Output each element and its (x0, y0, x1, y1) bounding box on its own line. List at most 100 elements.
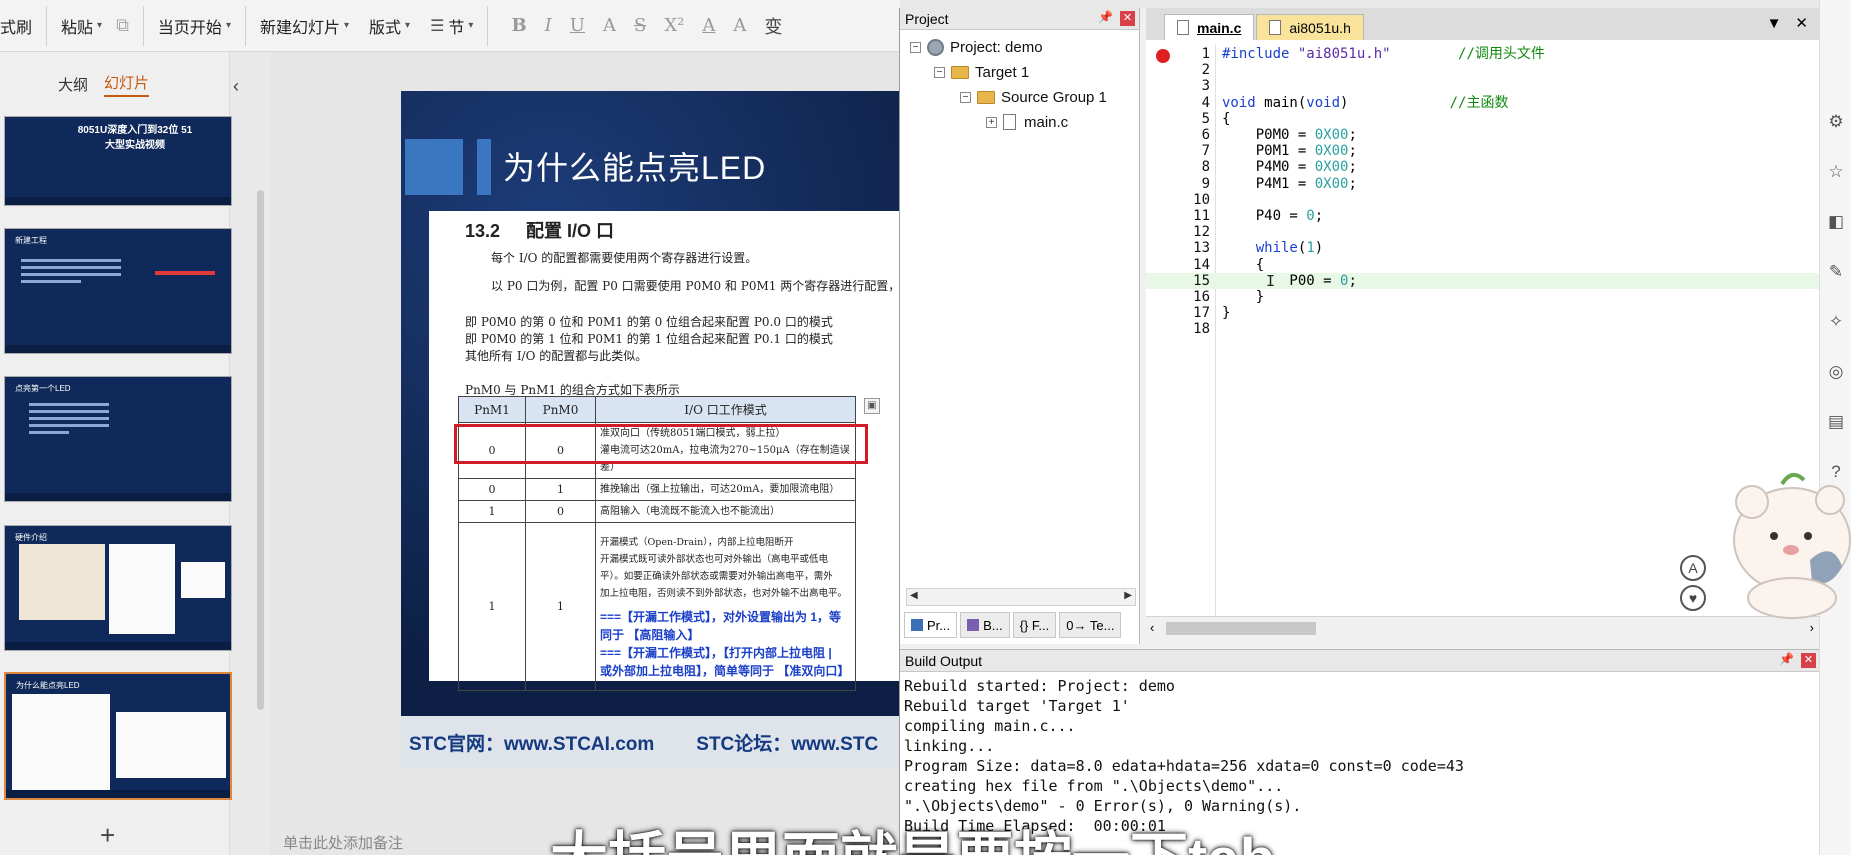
new-slide-button[interactable]: 新建幻灯片 ▾ (250, 0, 359, 52)
font-color-button[interactable]: A (693, 15, 724, 36)
section-button[interactable]: ☰ 节 ▾ (420, 0, 483, 52)
font-size-icon[interactable]: A (1680, 555, 1706, 581)
scroll-right-icon[interactable]: ▶ (1124, 590, 1132, 601)
table-cell: 推挽输出（强上拉输出，可达20mA，要加限流电阻） (595, 478, 856, 501)
keil-ide-window: Project 📌 ✕ − Project: demo − Target 1 − So… (899, 8, 1820, 855)
doc-paragraph: 以 P0 口为例，配置 P0 口需要使用 P0M0 和 P0M1 两个寄存器进行… (491, 279, 900, 293)
slide-title: 为什么能点亮LED (503, 150, 767, 186)
highlight-button[interactable]: A (724, 15, 755, 36)
code-line[interactable]: 15 P00 = 0; I (1146, 272, 1820, 289)
superscript-button[interactable]: X² (655, 15, 693, 36)
slide-thumbnail[interactable]: 硬件介绍 (4, 525, 232, 651)
phonetic-button[interactable]: 变 (755, 13, 791, 39)
pin-icon[interactable]: 📌 (1098, 10, 1113, 24)
scroll-left-icon[interactable]: ◀ (910, 590, 918, 601)
code-line[interactable]: 4 void main(void) //主函数 (1146, 95, 1820, 111)
slide-thumbnail[interactable]: 8051U深度入门到32位 51大型实战视频 (4, 116, 232, 206)
tab-list-icon[interactable]: ▼ (1767, 15, 1782, 32)
code-line[interactable]: 7 P0M1 = 0X00; (1146, 143, 1820, 159)
format-painter-button[interactable]: 式刷 (0, 0, 42, 52)
expand-toggle-icon[interactable]: + (986, 116, 997, 128)
underline-button[interactable]: U (561, 15, 594, 36)
tab-slides[interactable]: 幻灯片 (104, 72, 150, 97)
scrollbar-thumb[interactable] (1166, 622, 1316, 635)
shape-icon[interactable]: ◧ (1826, 212, 1846, 232)
tree-item-source-group[interactable]: − Source Group 1 (960, 86, 1107, 108)
book-icon[interactable]: ▤ (1826, 412, 1846, 432)
code-line[interactable]: 12 (1146, 224, 1820, 240)
code-text: } (1222, 305, 1231, 322)
pin-icon[interactable]: 📌 (1779, 652, 1794, 666)
slide-thumbnail[interactable]: 点亮第一个LED (4, 376, 232, 502)
code-line[interactable]: 2 (1146, 62, 1820, 78)
line-number: 12 (1193, 224, 1210, 241)
code-line[interactable]: 3 (1146, 78, 1820, 94)
tab-outline[interactable]: 大纲 (58, 74, 88, 95)
paste-button[interactable]: 粘贴 ▾ ⧉ (51, 0, 139, 52)
close-icon[interactable]: ✕ (1801, 653, 1816, 668)
tab-project[interactable]: Pr... (904, 612, 958, 638)
code-line[interactable]: 18 (1146, 321, 1820, 337)
copy-icon[interactable]: ⧉ (116, 15, 129, 36)
animation-icon[interactable]: ✧ (1826, 312, 1846, 332)
collapse-toggle-icon[interactable]: − (910, 41, 921, 53)
tree-item-target[interactable]: − Target 1 (934, 61, 1029, 83)
tab-books[interactable]: B... (960, 612, 1010, 638)
table-handle-icon[interactable]: ▣ (864, 398, 880, 414)
code-line[interactable]: 11 P40 = 0; (1146, 208, 1820, 224)
mascot-icon[interactable]: ♥ (1680, 585, 1706, 611)
collapse-sidebar-icon[interactable]: ‹ (233, 76, 239, 97)
code-line[interactable]: 8 P4M0 = 0X00; (1146, 159, 1820, 175)
tab-ai8051u-h[interactable]: ai8051u.h (1256, 14, 1364, 40)
code-line[interactable]: 16 } (1146, 289, 1820, 305)
project-panel: Project 📌 ✕ − Project: demo − Target 1 − So… (900, 8, 1140, 644)
code-line[interactable]: 5{ (1146, 111, 1820, 127)
sidebar-scrollbar[interactable] (257, 190, 264, 710)
collapse-toggle-icon[interactable]: − (960, 91, 971, 103)
column-header: I/O 口工作模式 (595, 396, 856, 423)
italic-button[interactable]: I (536, 15, 561, 36)
tab-templates[interactable]: 0→ Te... (1059, 612, 1122, 638)
tree-item-label: Source Group 1 (1001, 88, 1107, 106)
transition-icon[interactable]: ◎ (1826, 362, 1846, 382)
bold-button[interactable]: B (502, 15, 535, 36)
scroll-right-icon[interactable]: › (1810, 620, 1814, 635)
start-from-current-button[interactable]: 当页开始 ▾ (148, 0, 241, 52)
scroll-left-icon[interactable]: ‹ (1150, 620, 1154, 635)
table-cell: 高阻输入（电流既不能流入也不能流出） (595, 500, 856, 523)
close-icon[interactable]: ✕ (1120, 11, 1135, 26)
code-line[interactable]: 1 #include "ai8051u.h" //调用头文件 (1146, 46, 1820, 63)
layout-button[interactable]: 版式 ▾ (359, 0, 420, 52)
star-icon[interactable]: ☆ (1826, 162, 1846, 182)
chevron-down-icon: ▾ (225, 20, 231, 31)
highlight-box (454, 424, 868, 464)
code-text: #include "ai8051u.h" //调用头文件 (1222, 46, 1545, 62)
code-line[interactable]: 13 while(1) (1146, 240, 1820, 256)
code-text: P0M1 = 0X00; (1222, 143, 1357, 160)
tree-item-file[interactable]: + main.c (986, 111, 1068, 133)
sidebar-tabs: 大纲 幻灯片 (0, 52, 229, 117)
code-line[interactable]: 17} (1146, 305, 1820, 321)
tree-item-project[interactable]: − Project: demo (910, 36, 1043, 58)
file-icon (1269, 20, 1282, 35)
add-slide-button[interactable]: + (100, 820, 115, 851)
breakpoint-icon[interactable] (1156, 49, 1170, 63)
code-line[interactable]: 6 P0M0 = 0X00; (1146, 127, 1820, 143)
collapse-toggle-icon[interactable]: − (934, 66, 945, 78)
tab-main-c[interactable]: main.c (1164, 14, 1255, 40)
code-text: P40 = 0; (1222, 208, 1324, 224)
close-icon[interactable]: ✕ (1795, 15, 1808, 32)
text-shadow-button[interactable]: A (594, 15, 625, 36)
code-line[interactable]: 10 (1146, 192, 1820, 208)
code-line[interactable]: 9 P4M1 = 0X00; (1146, 176, 1820, 192)
column-header: PnM1 (458, 396, 526, 423)
code-line[interactable]: 14 { (1146, 257, 1820, 273)
project-hscrollbar[interactable]: ◀ ▶ (906, 588, 1136, 606)
slide-thumbnail[interactable]: 新建工程 (4, 228, 232, 354)
tools-icon[interactable]: ✎ (1826, 262, 1846, 282)
tab-functions[interactable]: {} F... (1012, 612, 1057, 638)
notes-placeholder[interactable]: 单击此处添加备注 (283, 832, 403, 853)
strikethrough-button[interactable]: S (625, 15, 655, 36)
settings-icon[interactable]: ⚙ (1826, 112, 1846, 132)
slide-thumbnail-active[interactable]: 为什么能点亮LED (4, 672, 232, 800)
